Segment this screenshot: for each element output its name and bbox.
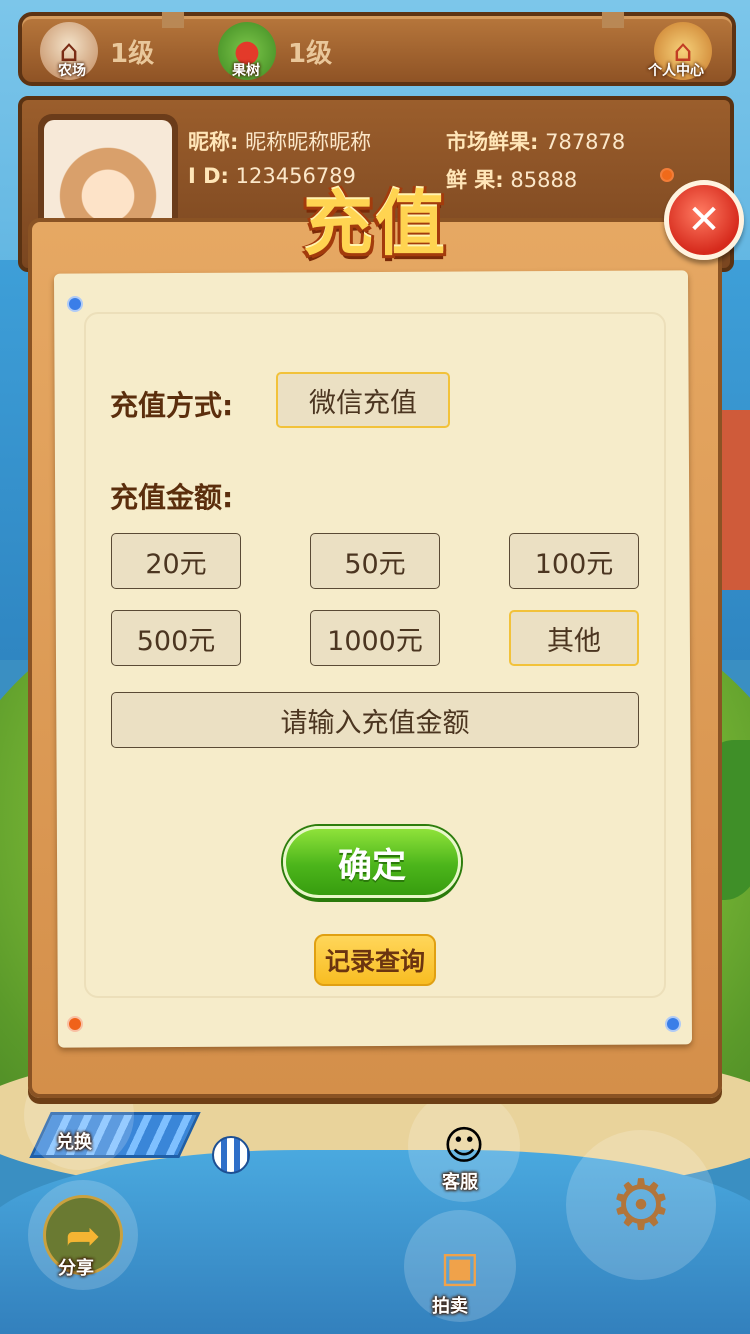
fruit-value: 85888 bbox=[510, 168, 578, 192]
auction-shop-icon: ▣ bbox=[440, 1241, 480, 1291]
customer-service-icon: ☺ bbox=[443, 1123, 485, 1169]
market-fruit-value: 787878 bbox=[545, 130, 626, 154]
method-wechat-button[interactable]: 微信充值 bbox=[276, 372, 450, 428]
amount-other-button[interactable]: 其他 bbox=[509, 610, 639, 666]
pin-icon bbox=[67, 1016, 83, 1032]
tree-label: 果树 bbox=[232, 63, 260, 79]
confirm-button[interactable]: 确定 bbox=[283, 826, 461, 898]
market-fruit-label: 市场鲜果: bbox=[446, 130, 539, 154]
service-label: 客服 bbox=[442, 1172, 478, 1193]
top-status-board: ⌂ 1级 农场 ● 1级 果树 ⌂ 个人中心 bbox=[18, 12, 736, 86]
nickname-label: 昵称: bbox=[188, 130, 239, 154]
nickname-value: 昵称昵称昵称 bbox=[245, 130, 372, 154]
sign-post bbox=[162, 12, 184, 28]
exchange-label: 兑换 bbox=[56, 1132, 92, 1153]
close-button[interactable]: ✕ bbox=[664, 180, 744, 260]
records-query-button[interactable]: 记录查询 bbox=[314, 934, 436, 986]
amount-20-button[interactable]: 20元 bbox=[111, 533, 241, 589]
beach-ball bbox=[212, 1136, 250, 1174]
dialog-title: 充值 bbox=[303, 183, 447, 265]
sign-post bbox=[602, 12, 624, 28]
notification-dot bbox=[660, 168, 674, 182]
pin-icon bbox=[67, 296, 83, 312]
nickname-row: 昵称: 昵称昵称昵称 bbox=[188, 126, 371, 156]
share-label: 分享 bbox=[58, 1258, 94, 1279]
amount-1000-button[interactable]: 1000元 bbox=[310, 610, 440, 666]
amount-50-button[interactable]: 50元 bbox=[310, 533, 440, 589]
close-icon: ✕ bbox=[687, 197, 721, 243]
tree-level: 1级 bbox=[288, 38, 333, 69]
farm-level: 1级 bbox=[110, 38, 155, 69]
amount-500-button[interactable]: 500元 bbox=[111, 610, 241, 666]
pin-icon bbox=[665, 1016, 681, 1032]
profile-center-label: 个人中心 bbox=[648, 63, 704, 79]
farm-label: 农场 bbox=[58, 63, 86, 79]
auction-label: 拍卖 bbox=[432, 1296, 468, 1317]
amount-100-button[interactable]: 100元 bbox=[509, 533, 639, 589]
amount-input[interactable]: 请输入充值金额 bbox=[111, 692, 639, 748]
toolbox-button[interactable]: ⚙ bbox=[566, 1130, 716, 1280]
method-label: 充值方式: bbox=[110, 389, 234, 422]
toolbox-icon: ⚙ bbox=[609, 1164, 673, 1246]
market-fruit-row: 市场鲜果: 787878 bbox=[446, 126, 625, 156]
amount-label: 充值金额: bbox=[110, 481, 234, 514]
id-label: I D: bbox=[188, 164, 229, 188]
